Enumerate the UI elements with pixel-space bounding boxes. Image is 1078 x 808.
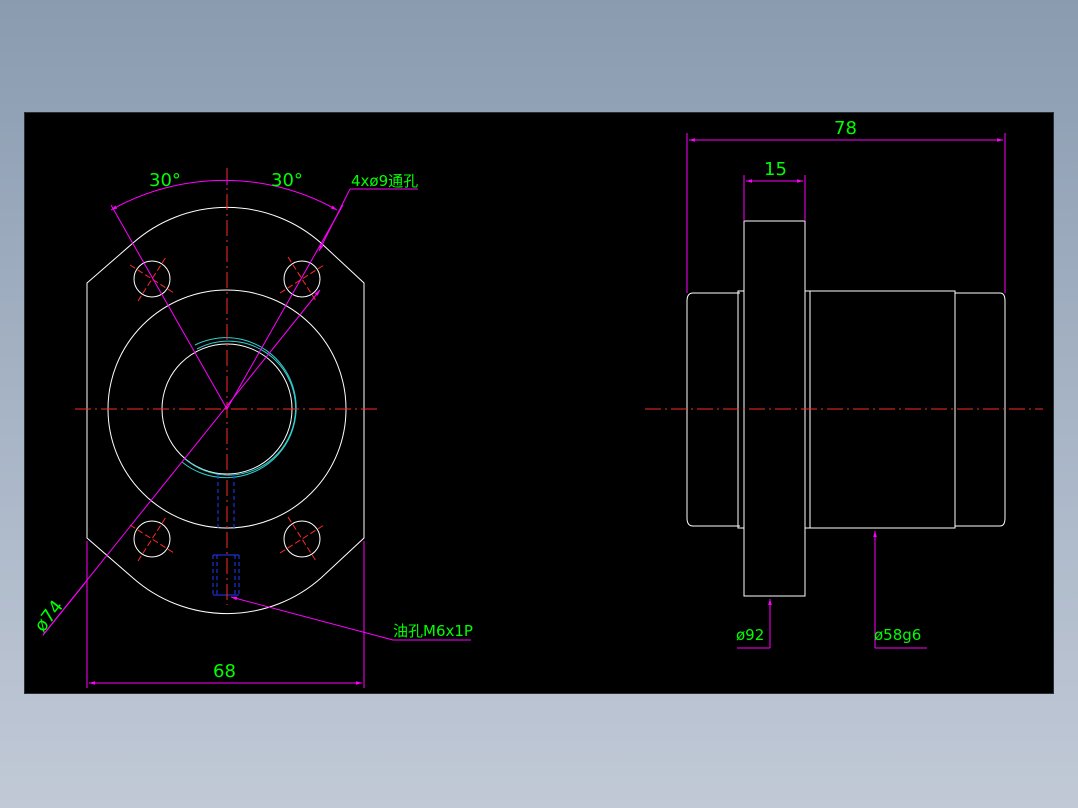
pcd-dimension [42, 289, 321, 636]
overall-length-dimension [686, 133, 1006, 293]
flange-diameter-label: ø92 [736, 626, 764, 644]
bolt-hole [133, 520, 171, 558]
hole-note-label: 4xø9通孔 [351, 172, 418, 190]
flange-thickness-label: 15 [764, 159, 787, 180]
thread-arc [181, 337, 297, 479]
side-view: 78 15 ø92 ø58g6 [645, 118, 1043, 649]
overall-length-label: 78 [834, 118, 857, 139]
angle-right-label: 30° [271, 170, 303, 191]
bolt-hole [283, 520, 321, 558]
pcd-label: ø74 [30, 596, 67, 636]
bolt-hole [283, 260, 321, 298]
bolt-hole [133, 260, 171, 298]
width-label: 68 [213, 661, 236, 682]
flange-outline [86, 207, 365, 614]
oil-hole-label: 油孔M6x1P [393, 622, 473, 640]
hole-note-leader [318, 188, 418, 252]
cad-drawing-canvas[interactable]: 30° 30° 4xø9通孔 ø74 油孔M6x1P 68 78 15 ø92 … [25, 113, 1053, 693]
angle-left-label: 30° [149, 170, 181, 191]
oil-hole [212, 475, 240, 596]
body-diameter-label: ø58g6 [874, 626, 921, 644]
flange-thickness-dimension [743, 175, 806, 221]
cad-drawing-svg: 30° 30° 4xø9通孔 ø74 油孔M6x1P 68 78 15 ø92 … [30, 118, 1043, 688]
front-view: 30° 30° 4xø9通孔 ø74 油孔M6x1P 68 [30, 168, 473, 688]
